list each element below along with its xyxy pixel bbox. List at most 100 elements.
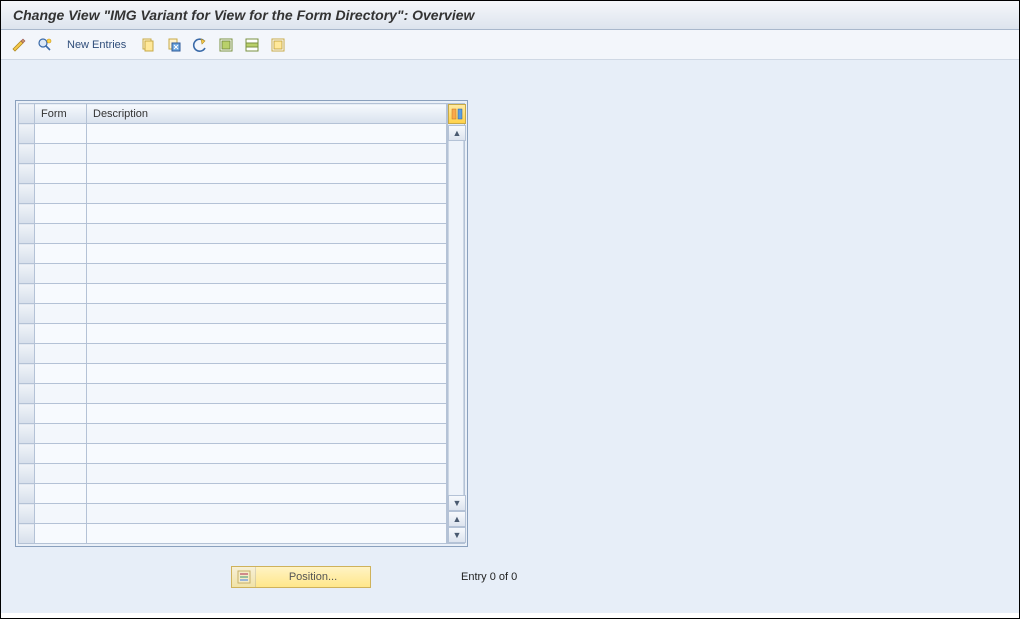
cell-description[interactable] (87, 504, 447, 524)
delete-icon[interactable] (164, 35, 184, 55)
table-row[interactable] (19, 244, 447, 264)
row-selector[interactable] (19, 164, 35, 184)
cell-form[interactable] (35, 344, 87, 364)
cell-description[interactable] (87, 404, 447, 424)
table-row[interactable] (19, 144, 447, 164)
select-all-icon[interactable] (216, 35, 236, 55)
cell-description[interactable] (87, 224, 447, 244)
cell-description[interactable] (87, 264, 447, 284)
cell-form[interactable] (35, 464, 87, 484)
row-selector[interactable] (19, 204, 35, 224)
row-selector[interactable] (19, 124, 35, 144)
cell-form[interactable] (35, 244, 87, 264)
scroll-up2-icon[interactable]: ▲ (448, 511, 466, 527)
row-selector[interactable] (19, 504, 35, 524)
row-selector[interactable] (19, 344, 35, 364)
row-selector[interactable] (19, 464, 35, 484)
cell-form[interactable] (35, 204, 87, 224)
copy-icon[interactable] (138, 35, 158, 55)
cell-description[interactable] (87, 284, 447, 304)
row-selector[interactable] (19, 444, 35, 464)
cell-description[interactable] (87, 384, 447, 404)
cell-form[interactable] (35, 364, 87, 384)
display-change-icon[interactable] (9, 35, 29, 55)
table-row[interactable] (19, 464, 447, 484)
cell-form[interactable] (35, 284, 87, 304)
cell-description[interactable] (87, 484, 447, 504)
cell-form[interactable] (35, 444, 87, 464)
cell-description[interactable] (87, 524, 447, 544)
scroll-up-icon[interactable]: ▲ (448, 125, 466, 141)
table-row[interactable] (19, 344, 447, 364)
table-row[interactable] (19, 124, 447, 144)
row-selector[interactable] (19, 424, 35, 444)
find-icon[interactable] (35, 35, 55, 55)
cell-description[interactable] (87, 364, 447, 384)
cell-description[interactable] (87, 444, 447, 464)
table-row[interactable] (19, 504, 447, 524)
cell-description[interactable] (87, 464, 447, 484)
cell-form[interactable] (35, 144, 87, 164)
table-row[interactable] (19, 384, 447, 404)
cell-form[interactable] (35, 524, 87, 544)
row-selector[interactable] (19, 184, 35, 204)
cell-description[interactable] (87, 144, 447, 164)
cell-description[interactable] (87, 124, 447, 144)
cell-form[interactable] (35, 184, 87, 204)
row-selector[interactable] (19, 384, 35, 404)
row-selector[interactable] (19, 144, 35, 164)
row-selector[interactable] (19, 244, 35, 264)
cell-description[interactable] (87, 344, 447, 364)
row-selector-header[interactable] (19, 104, 35, 124)
cell-form[interactable] (35, 124, 87, 144)
row-selector[interactable] (19, 224, 35, 244)
row-selector[interactable] (19, 524, 35, 544)
scroll-down2-icon[interactable]: ▼ (448, 527, 466, 543)
scroll-track[interactable] (448, 141, 464, 495)
select-block-icon[interactable] (242, 35, 262, 55)
table-row[interactable] (19, 204, 447, 224)
cell-description[interactable] (87, 164, 447, 184)
cell-form[interactable] (35, 424, 87, 444)
row-selector[interactable] (19, 324, 35, 344)
row-selector[interactable] (19, 364, 35, 384)
cell-form[interactable] (35, 224, 87, 244)
cell-form[interactable] (35, 164, 87, 184)
table-row[interactable] (19, 264, 447, 284)
cell-form[interactable] (35, 304, 87, 324)
table-row[interactable] (19, 324, 447, 344)
table-row[interactable] (19, 364, 447, 384)
column-header-form[interactable]: Form (35, 104, 87, 124)
new-entries-button[interactable]: New Entries (61, 39, 132, 51)
cell-form[interactable] (35, 484, 87, 504)
table-row[interactable] (19, 304, 447, 324)
row-selector[interactable] (19, 484, 35, 504)
row-selector[interactable] (19, 404, 35, 424)
row-selector[interactable] (19, 304, 35, 324)
undo-icon[interactable] (190, 35, 210, 55)
vertical-scrollbar[interactable]: ▲ ▼ ▲ ▼ (447, 103, 465, 544)
table-row[interactable] (19, 524, 447, 544)
table-row[interactable] (19, 164, 447, 184)
deselect-all-icon[interactable] (268, 35, 288, 55)
cell-form[interactable] (35, 384, 87, 404)
table-row[interactable] (19, 404, 447, 424)
cell-form[interactable] (35, 324, 87, 344)
position-button[interactable]: Position... (231, 566, 371, 588)
table-row[interactable] (19, 444, 447, 464)
cell-form[interactable] (35, 404, 87, 424)
cell-description[interactable] (87, 424, 447, 444)
cell-description[interactable] (87, 204, 447, 224)
cell-description[interactable] (87, 324, 447, 344)
cell-description[interactable] (87, 304, 447, 324)
column-header-description[interactable]: Description (87, 104, 447, 124)
row-selector[interactable] (19, 264, 35, 284)
table-row[interactable] (19, 224, 447, 244)
table-settings-icon[interactable] (448, 104, 466, 124)
scroll-down-icon[interactable]: ▼ (448, 495, 466, 511)
cell-description[interactable] (87, 184, 447, 204)
table-row[interactable] (19, 424, 447, 444)
cell-form[interactable] (35, 504, 87, 524)
table-row[interactable] (19, 284, 447, 304)
table-row[interactable] (19, 184, 447, 204)
